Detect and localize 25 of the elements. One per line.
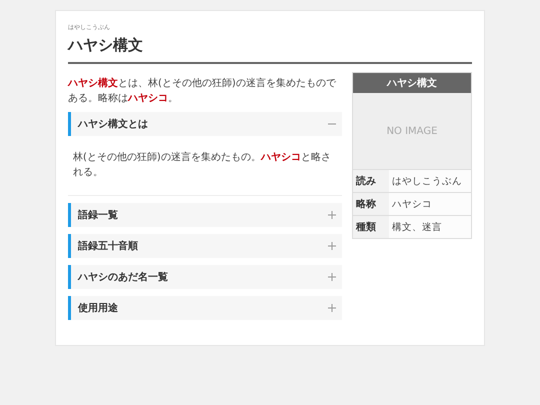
section-title: 使用用途 bbox=[78, 302, 118, 315]
section-title: 語録一覧 bbox=[78, 208, 118, 222]
section-text: 林(とその他の狂師)の迷言を集めたもの。ハヤシコと略される。 bbox=[68, 136, 342, 196]
section-title: ハヤシ構文とは bbox=[78, 118, 148, 131]
infobox-title: ハヤシ構文 bbox=[353, 73, 471, 93]
row-label: 読み bbox=[353, 170, 389, 192]
section-title: ハヤシのあだ名一覧 bbox=[78, 270, 168, 284]
plus-icon[interactable] bbox=[328, 304, 336, 312]
plus-icon[interactable] bbox=[328, 211, 336, 219]
row-label: 略称 bbox=[353, 192, 389, 216]
accordion-header[interactable]: 語録一覧 bbox=[68, 203, 342, 227]
row-value: 構文、迷言 bbox=[389, 216, 471, 238]
row-label: 種類 bbox=[353, 216, 389, 238]
intro-text: ハヤシ構文とは、林(とその他の狂師)の迷言を集めたものである。略称はハヤシコ。 bbox=[68, 76, 337, 106]
row-value: はやしこうぶん bbox=[389, 170, 471, 192]
page-title: ハヤシ構文 bbox=[68, 36, 472, 64]
no-image-label: NO IMAGE bbox=[386, 126, 438, 136]
accordion-header[interactable]: 語録五十音順 bbox=[68, 234, 342, 258]
plus-icon[interactable] bbox=[328, 242, 336, 250]
accordion-header[interactable]: 使用用途 bbox=[68, 296, 342, 320]
accordion-header[interactable]: ハヤシ構文とは bbox=[68, 112, 342, 136]
plus-icon[interactable] bbox=[328, 273, 336, 281]
accordion-header[interactable]: ハヤシのあだ名一覧 bbox=[68, 265, 342, 289]
section-title: 語録五十音順 bbox=[78, 239, 138, 253]
row-value: ハヤシコ bbox=[389, 192, 471, 216]
